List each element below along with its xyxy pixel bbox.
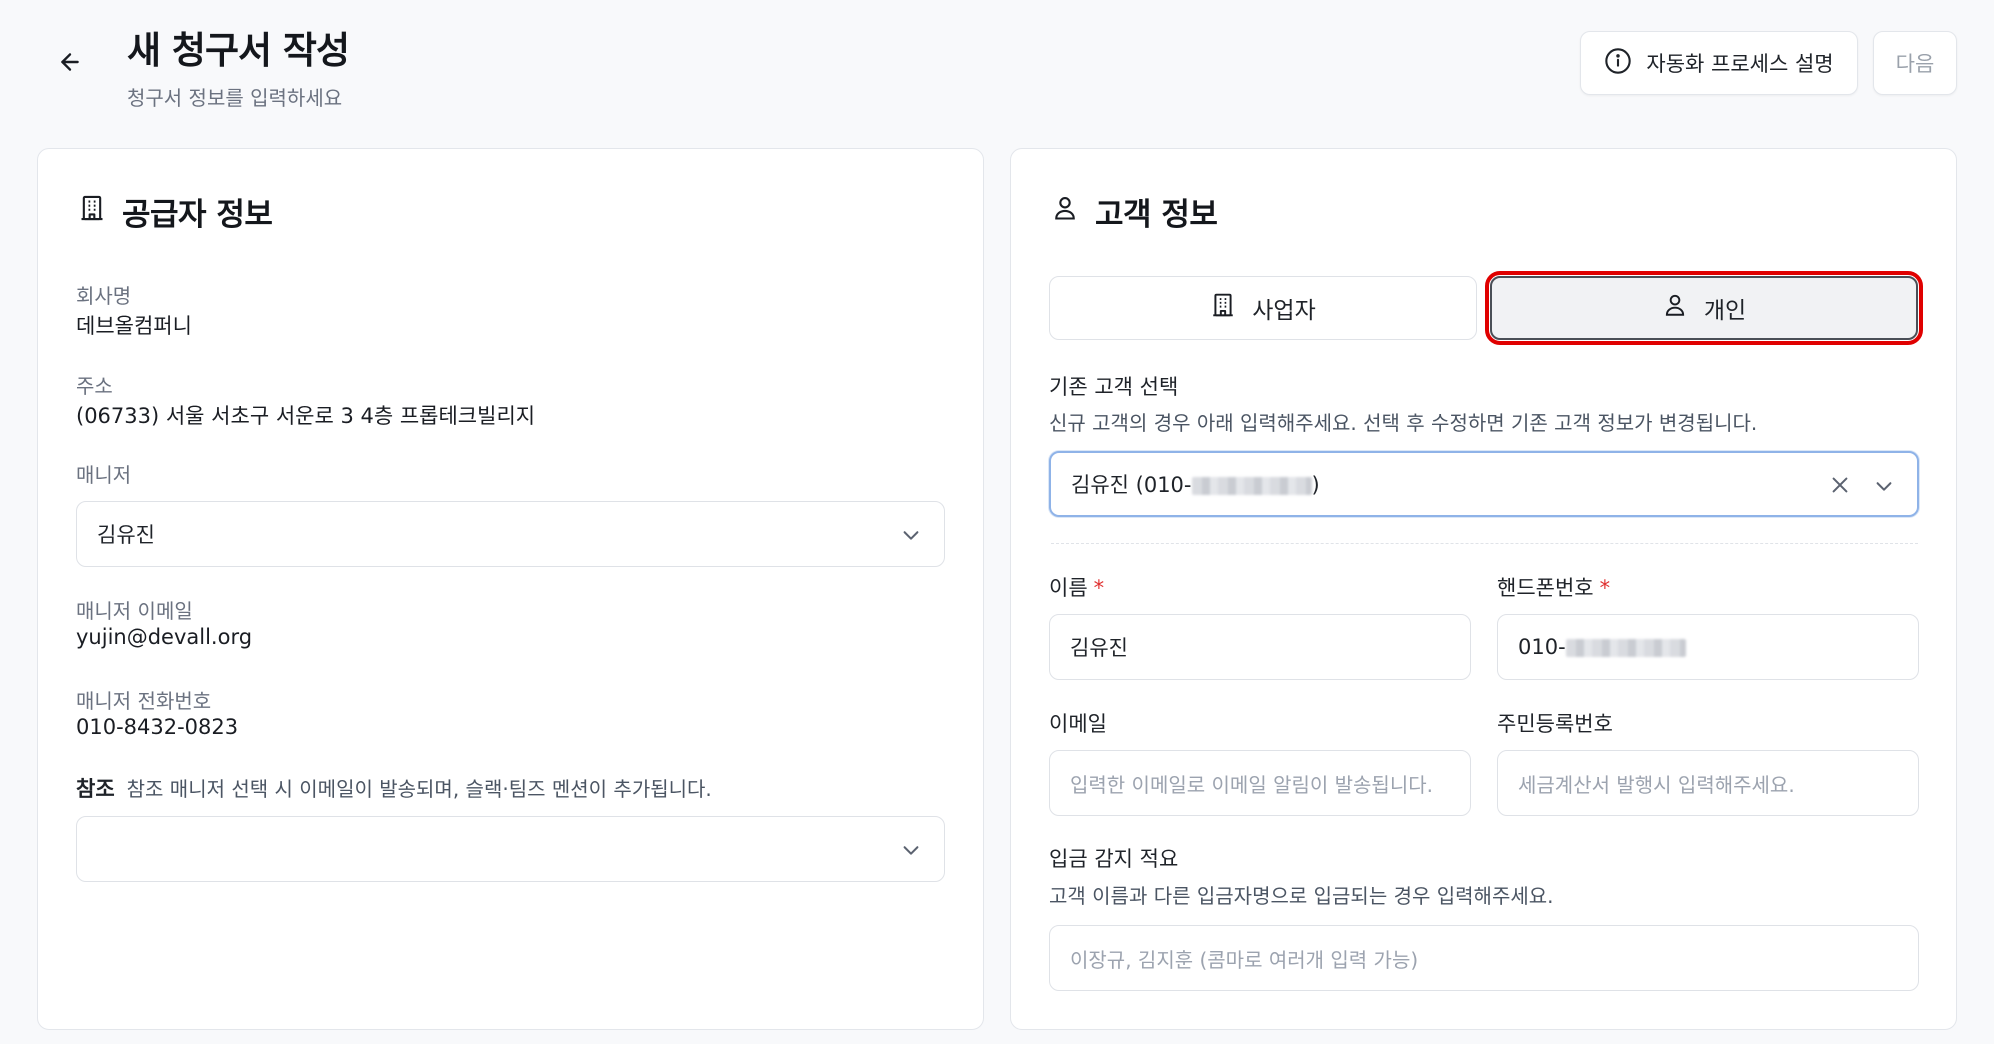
customer-card: 고객 정보 사업자 개인 기존 고객 선택 신규 고객의 경우 아래 입력해주세… (1010, 148, 1957, 1030)
building-icon (1210, 292, 1236, 324)
section-divider (1051, 543, 1918, 544)
chevron-down-icon (1873, 475, 1895, 502)
back-button[interactable] (44, 42, 96, 86)
manager-phone-label: 매니저 전화번호 (76, 689, 212, 713)
existing-customer-label: 기존 고객 선택 (1049, 375, 1179, 399)
individual-label: 개인 (1703, 298, 1747, 324)
chevron-down-icon (900, 839, 922, 866)
next-button[interactable]: 다음 (1873, 31, 1957, 95)
existing-customer-description: 신규 고객의 경우 아래 입력해주세요. 선택 후 수정하면 기존 고객 정보가… (1049, 411, 1758, 435)
email-label: 이메일 (1049, 712, 1107, 736)
reference-label: 참조 (76, 777, 115, 801)
info-circle-icon (1604, 47, 1632, 80)
arrow-left-icon (57, 49, 83, 79)
existing-customer-value: 김유진 (010-) (1071, 473, 1320, 497)
manager-email-value: yujin@devall.org (76, 625, 253, 649)
user-icon (1662, 292, 1688, 324)
manager-select[interactable]: 김유진 (76, 501, 945, 567)
supplier-card-title: 공급자 정보 (78, 189, 273, 234)
building-icon (78, 194, 106, 230)
deposit-description: 고객 이름과 다른 입금자명으로 입금되는 경우 입력해주세요. (1049, 884, 1554, 908)
rrn-input[interactable]: 세금계산서 발행시 입력해주세요. (1497, 750, 1919, 816)
phone-label: 핸드폰번호 * (1497, 576, 1611, 600)
manager-select-value: 김유진 (97, 523, 155, 547)
email-input[interactable]: 입력한 이메일로 이메일 알림이 발송됩니다. (1049, 750, 1471, 816)
deposit-label: 입금 감지 적요 (1049, 847, 1179, 871)
company-value: 데브올컴퍼니 (76, 314, 192, 338)
name-input[interactable]: 김유진 (1049, 614, 1471, 680)
page-subtitle: 청구서 정보를 입력하세요 (127, 86, 343, 110)
customer-title-text: 고객 정보 (1095, 197, 1218, 233)
automation-help-label: 자동화 프로세스 설명 (1646, 52, 1834, 76)
company-label: 회사명 (76, 284, 132, 308)
name-input-value: 김유진 (1070, 636, 1128, 660)
reference-manager-select[interactable] (76, 816, 945, 882)
phone-input-value: 010- (1518, 635, 1686, 659)
phone-input[interactable]: 010- (1497, 614, 1919, 680)
business-label: 사업자 (1252, 298, 1316, 324)
customer-type-individual-button[interactable]: 개인 (1485, 271, 1923, 345)
rrn-label: 주민등록번호 (1497, 712, 1613, 736)
supplier-title-text: 공급자 정보 (122, 197, 273, 233)
chevron-down-icon (900, 524, 922, 551)
address-value: (06733) 서울 서초구 서운로 3 4층 프롭테크빌리지 (76, 404, 536, 428)
manager-email-label: 매니저 이메일 (76, 599, 193, 623)
page-title: 새 청구서 작성 (127, 29, 350, 72)
automation-help-button[interactable]: 자동화 프로세스 설명 (1580, 31, 1858, 95)
customer-type-business-button[interactable]: 사업자 (1049, 276, 1477, 340)
address-label: 주소 (76, 374, 113, 398)
user-icon (1051, 194, 1079, 230)
manager-label: 매니저 (76, 463, 132, 487)
existing-customer-select[interactable]: 김유진 (010-) (1049, 451, 1919, 517)
close-icon[interactable] (1829, 474, 1851, 501)
reference-header: 참조 참조 매니저 선택 시 이메일이 발송되며, 슬랙·팀즈 멘션이 추가됩니… (76, 773, 712, 803)
customer-card-title: 고객 정보 (1051, 189, 1218, 234)
name-label: 이름 * (1049, 576, 1105, 600)
supplier-card: 공급자 정보 회사명 데브올컴퍼니 주소 (06733) 서울 서초구 서운로 … (37, 148, 984, 1030)
deposit-name-input[interactable]: 이장규, 김지훈 (콤마로 여러개 입력 가능) (1049, 925, 1919, 991)
reference-description: 참조 매니저 선택 시 이메일이 발송되며, 슬랙·팀즈 멘션이 추가됩니다. (126, 777, 712, 801)
manager-phone-value: 010-8432-0823 (76, 715, 239, 739)
